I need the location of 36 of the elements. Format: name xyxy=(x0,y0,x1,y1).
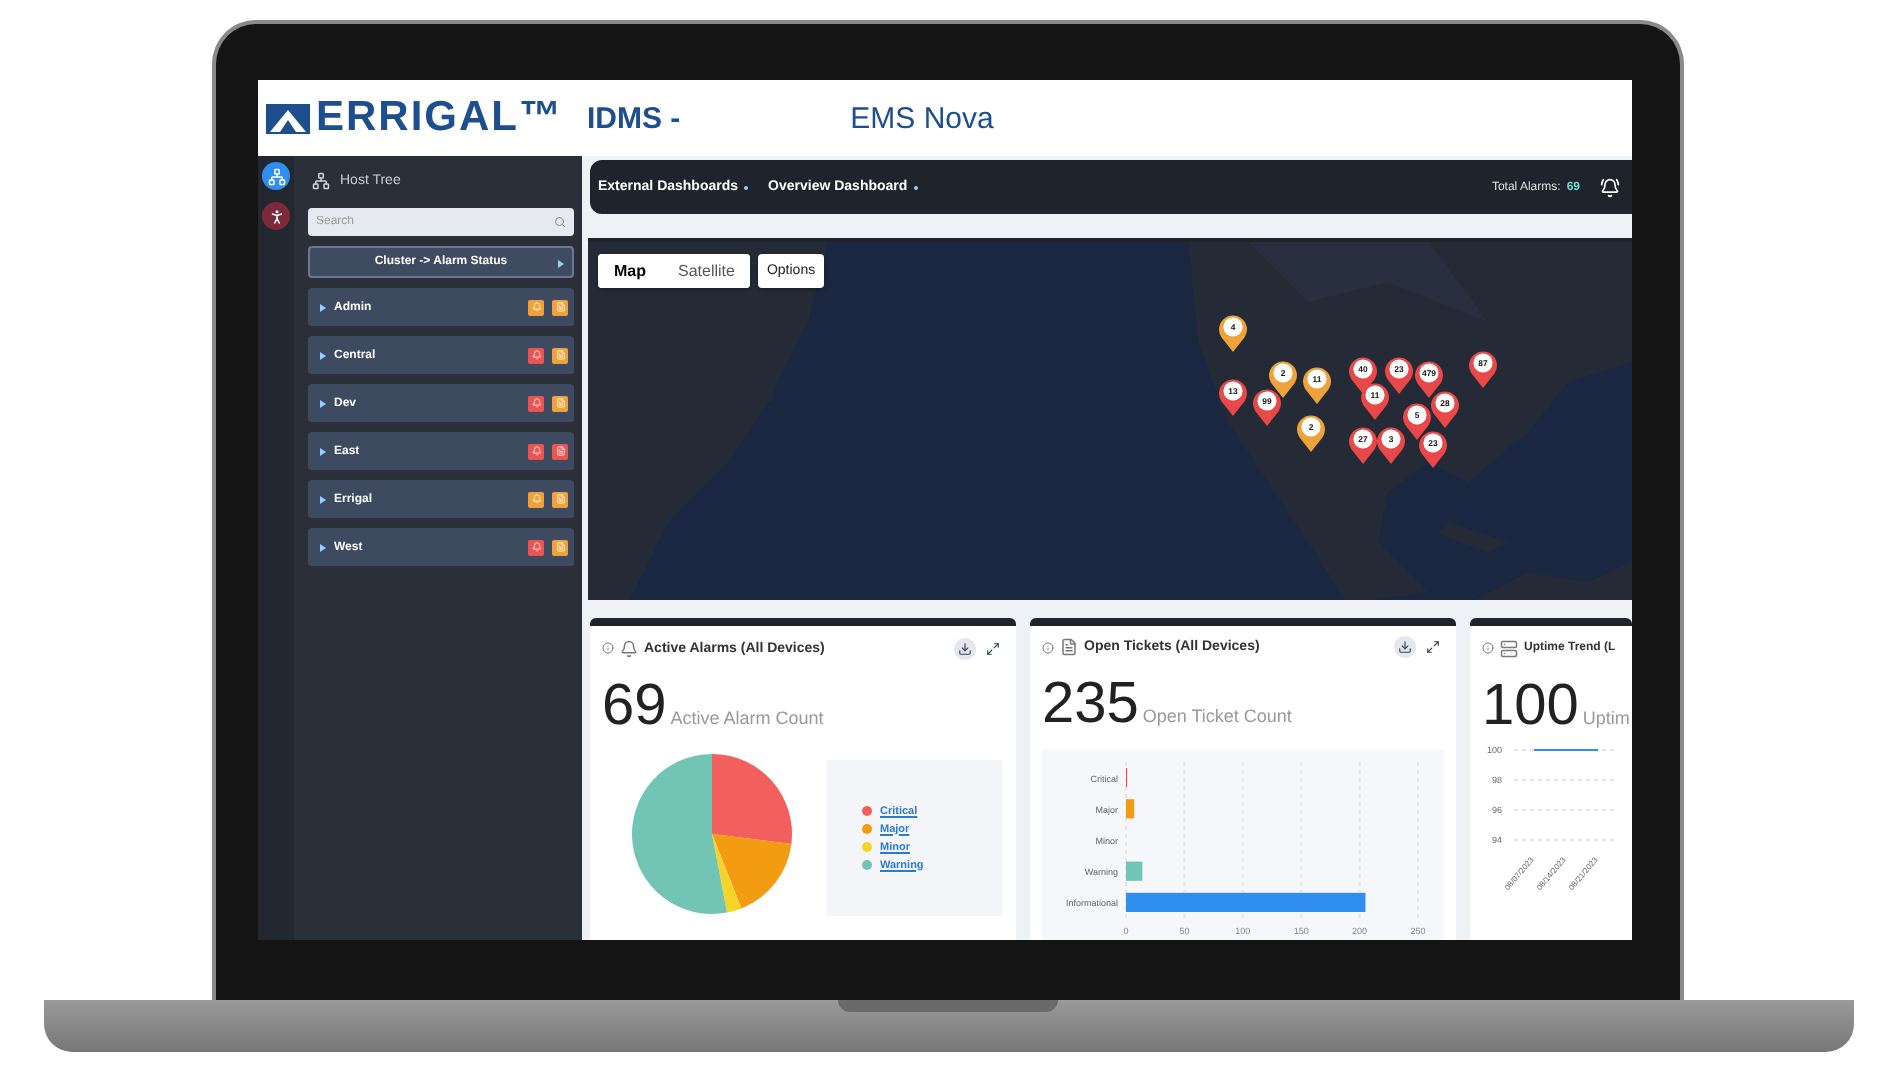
figure-icon[interactable] xyxy=(262,202,290,230)
info-icon[interactable] xyxy=(1042,641,1054,653)
expand-button[interactable] xyxy=(982,637,1004,659)
app-title: EMS Nova xyxy=(850,101,994,135)
count-caption: Active Alarm Count xyxy=(670,708,824,728)
search-icon xyxy=(554,216,566,228)
bar xyxy=(1126,861,1143,881)
info-icon[interactable] xyxy=(602,642,614,654)
count-caption: Open Ticket Count xyxy=(1142,706,1292,726)
trend-line xyxy=(1533,749,1599,751)
count-value: 100 xyxy=(1482,674,1579,740)
download-button[interactable] xyxy=(1394,636,1416,658)
bell-icon xyxy=(620,639,638,657)
map-type-tab[interactable]: Satellite xyxy=(662,254,751,288)
bar xyxy=(1126,799,1135,819)
expand-button[interactable] xyxy=(1422,636,1444,658)
info-icon[interactable] xyxy=(1482,642,1494,654)
expand-caret-icon xyxy=(320,303,326,311)
server-icon xyxy=(1500,639,1518,657)
host-tree-icon[interactable] xyxy=(262,162,290,190)
document-icon xyxy=(1060,638,1078,656)
download-button[interactable] xyxy=(954,637,976,659)
count-caption: Uptim xyxy=(1582,708,1630,728)
count-value: 235 xyxy=(1042,672,1139,738)
expand-caret-icon xyxy=(320,543,326,551)
expand-caret-icon xyxy=(320,447,326,455)
count-value: 69 xyxy=(602,674,667,740)
expand-caret-icon xyxy=(320,399,326,407)
map-type-tab[interactable]: Map xyxy=(598,254,662,288)
expand-caret-icon xyxy=(320,495,326,503)
logo-text: ERRIGAL™ xyxy=(316,94,563,142)
expand-caret-icon xyxy=(320,351,326,359)
bell-icon[interactable] xyxy=(1600,177,1620,197)
host-tree-icon xyxy=(312,171,330,189)
product-name: IDMS - xyxy=(587,101,681,135)
logo-icon xyxy=(266,103,310,133)
